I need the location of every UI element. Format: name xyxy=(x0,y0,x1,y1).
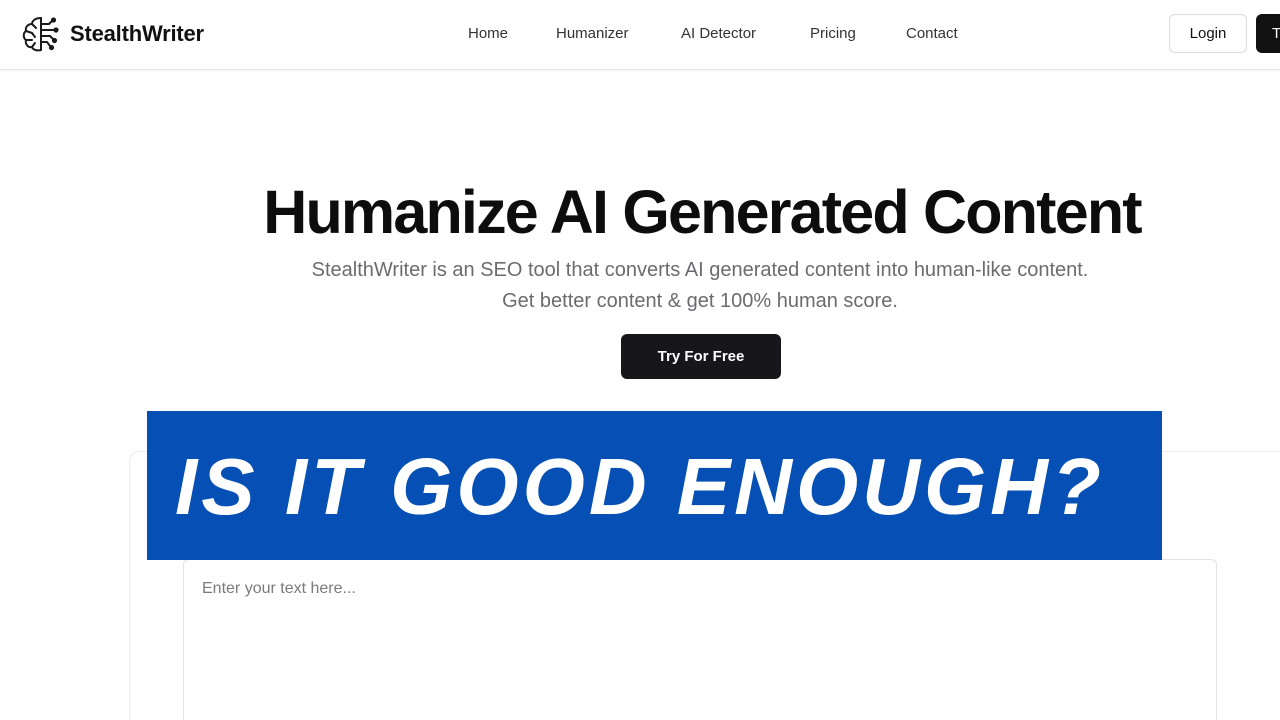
site-header: StealthWriter Home Humanizer AI Detector… xyxy=(0,0,1280,70)
login-button[interactable]: Login xyxy=(1169,14,1247,53)
page: StealthWriter Home Humanizer AI Detector… xyxy=(0,0,1280,720)
hero-subtitle: StealthWriter is an SEO tool that conver… xyxy=(311,259,1089,312)
nav-ai-detector[interactable]: AI Detector xyxy=(681,22,756,46)
try-for-free-button[interactable]: Try For Free xyxy=(621,334,781,379)
overlay-banner: IS IT GOOD ENOUGH? xyxy=(147,411,1162,560)
nav-pricing[interactable]: Pricing xyxy=(810,22,856,46)
text-input[interactable] xyxy=(183,559,1217,720)
try-free-header-button[interactable]: T xyxy=(1256,14,1280,53)
main-nav: Home Humanizer AI Detector Pricing Conta… xyxy=(0,22,1280,46)
hero-title: Humanize AI Generated Content xyxy=(263,178,1142,246)
nav-humanizer[interactable]: Humanizer xyxy=(556,22,629,46)
nav-home[interactable]: Home xyxy=(468,22,508,46)
nav-contact[interactable]: Contact xyxy=(906,22,958,46)
overlay-text: IS IT GOOD ENOUGH? xyxy=(175,442,1105,531)
